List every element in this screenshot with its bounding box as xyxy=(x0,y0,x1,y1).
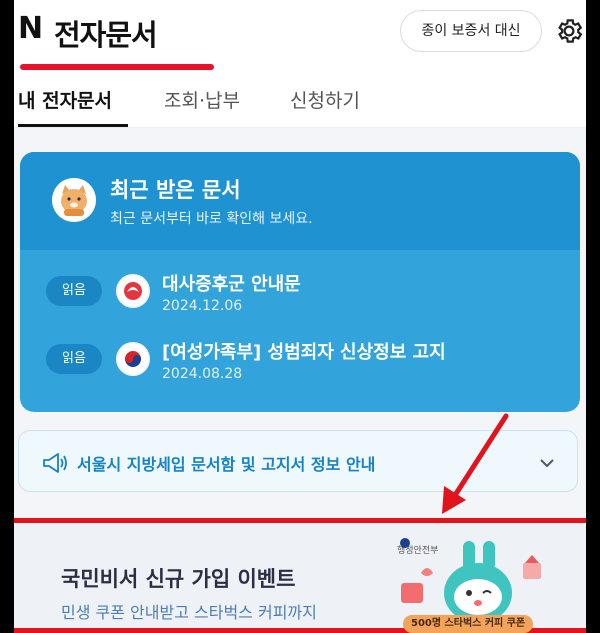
document-item[interactable]: 읽음 대사증후군 안내문 2024.12.06 xyxy=(20,262,580,322)
header: N 전자문서 종이 보증서 대신 xyxy=(14,0,586,60)
card-subtitle: 최근 문서부터 바로 확인해 보세요. xyxy=(110,211,313,227)
tab-bar: 내 전자문서 조회·납부 신청하기 xyxy=(14,80,586,128)
tab-inquiry-payment[interactable]: 조회·납부 xyxy=(164,86,240,113)
document-date: 2024.08.28 xyxy=(162,366,243,382)
document-title: [여성가족부] 성범죄자 신상정보 고지 xyxy=(162,342,446,363)
cat-mascot-icon xyxy=(52,178,96,222)
event-banner[interactable]: 국민비서 신규 가입 이벤트 민생 쿠폰 안내받고 스타벅스 커피까지 행정안전… xyxy=(14,518,586,633)
tab-my-documents[interactable]: 내 전자문서 xyxy=(18,86,112,113)
paper-guarantee-button[interactable]: 종이 보증서 대신 xyxy=(400,10,542,52)
document-item[interactable]: 읽음 [여성가족부] 성범죄자 신상정보 고지 2024.08.28 xyxy=(20,330,580,390)
tab-apply[interactable]: 신청하기 xyxy=(290,86,360,113)
gear-icon[interactable] xyxy=(554,16,584,46)
chevron-down-icon[interactable] xyxy=(539,455,555,469)
document-title: 대사증후군 안내문 xyxy=(162,274,301,295)
banner-subtitle: 민생 쿠폰 안내받고 스타벅스 커피까지 xyxy=(61,603,317,622)
notice-text: 서울시 지방세입 문서함 및 고지서 정보 안내 xyxy=(77,455,376,474)
naver-logo[interactable]: N xyxy=(18,14,48,44)
read-badge: 읽음 xyxy=(46,276,102,306)
megaphone-icon xyxy=(41,451,69,475)
card-header xyxy=(20,152,580,250)
document-date: 2024.12.06 xyxy=(162,298,243,314)
read-badge: 읽음 xyxy=(46,344,102,374)
health-insurance-icon xyxy=(116,274,150,308)
title-red-underline xyxy=(20,64,214,70)
page-title: 전자문서 xyxy=(54,18,158,52)
banner-title: 국민비서 신규 가입 이벤트 xyxy=(61,567,296,591)
red-arrow-annotation xyxy=(434,410,514,520)
app-screen: N 전자문서 종이 보증서 대신 내 전자문서 조회·납부 신청하기 최근 받은… xyxy=(14,0,586,633)
recent-documents-card[interactable]: 최근 받은 문서 최근 문서부터 바로 확인해 보세요. 읽음 대사증후군 안내… xyxy=(20,152,580,412)
korea-government-emblem-icon xyxy=(116,342,150,376)
active-tab-indicator xyxy=(18,124,128,127)
coupon-badge: 500명 스타벅스 커피 쿠폰 xyxy=(403,615,534,633)
card-title: 최근 받은 문서 xyxy=(110,178,241,202)
